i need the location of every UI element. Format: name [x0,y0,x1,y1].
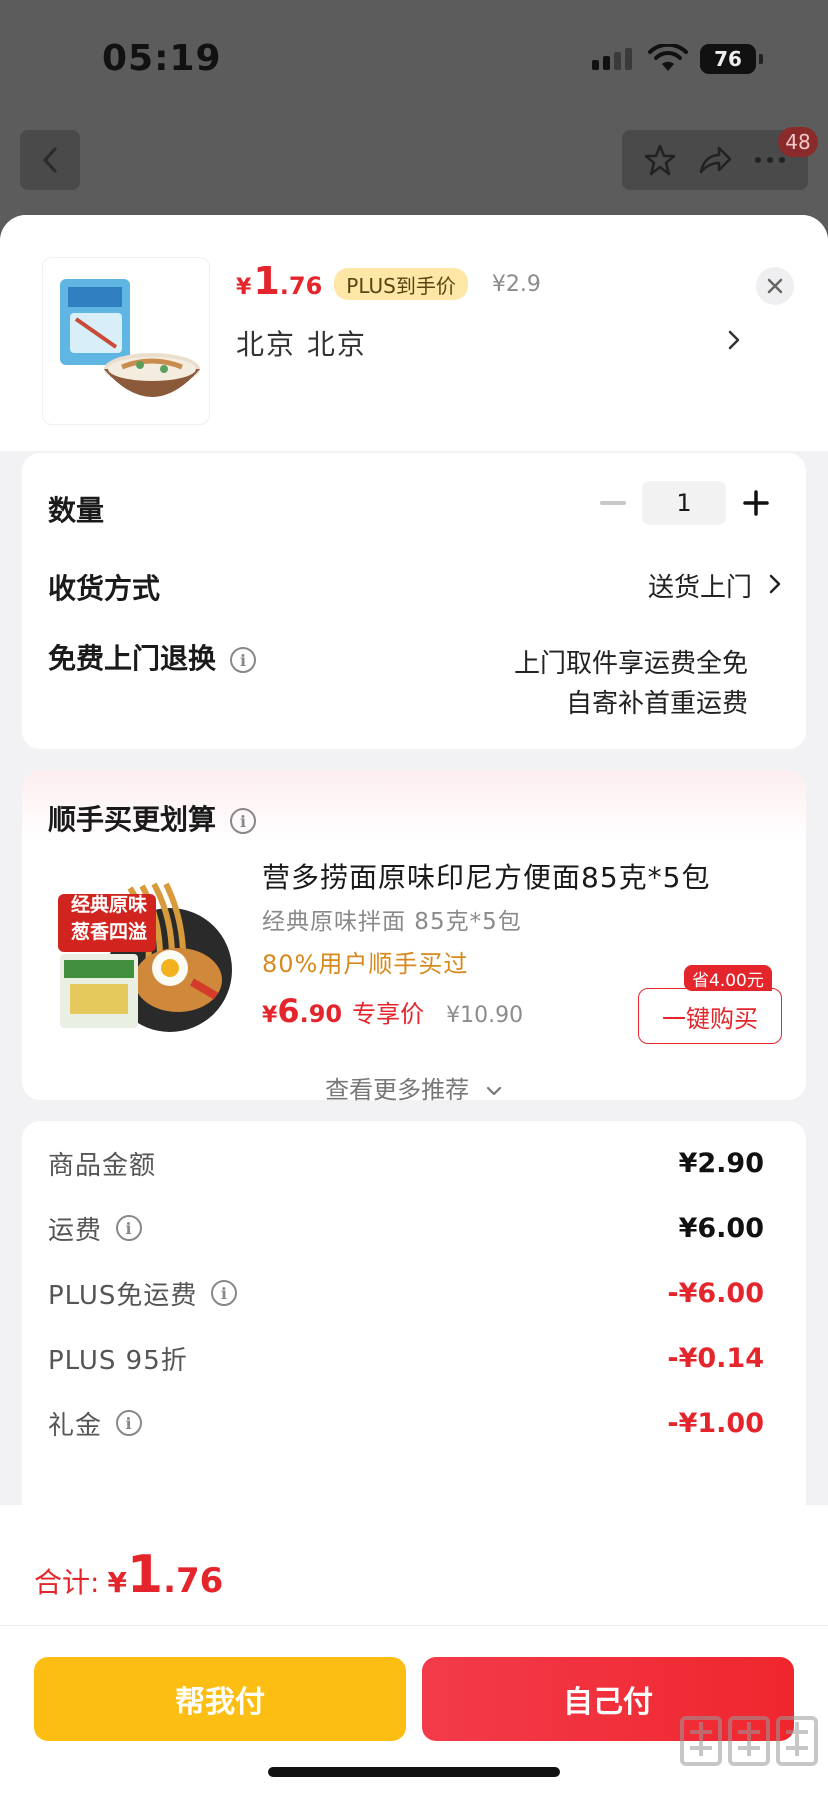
status-time: 05:19 [102,38,222,79]
quantity-increase-button[interactable] [742,489,770,517]
see-more-label: 查看更多推荐 [325,1076,470,1104]
info-icon[interactable]: i [230,647,257,673]
total-price: 合计: ¥ 1 .76 [34,1545,223,1605]
delivery-method-label: 收货方式 [48,572,161,605]
cellular-signal-icon [592,48,632,70]
recommended-price: ¥6.90 [262,992,342,1030]
info-icon[interactable]: i [116,1215,143,1241]
favorite-star-icon[interactable] [640,140,680,180]
message-count-badge: 48 [778,127,818,157]
free-return-detail-2: 自寄补首重运费 [565,689,748,719]
summary-label: 商品金额 [48,1150,157,1181]
sheet-header: ¥1.76 PLUS到手价 ¥2.9 北京 北京 [0,215,828,451]
product-price-row: ¥1.76 PLUS到手价 ¥2.9 [236,260,541,305]
summary-value: ¥6.00 [678,1212,764,1244]
price-integer: 6 [277,992,300,1030]
battery-level: 76 [714,47,742,71]
summary-row: PLUS免运费 i -¥6.00 [48,1273,764,1313]
quantity-decrease-button[interactable] [600,501,626,505]
chevron-down-icon [486,1086,501,1096]
summary-label: 运费 [48,1215,103,1246]
purchase-sheet: ¥1.76 PLUS到手价 ¥2.9 北京 北京 数量 1 收货方式 送货上门 … [0,215,828,1796]
price-currency: ¥ [236,274,252,300]
quantity-label: 数量 [48,494,105,527]
status-bar: 05:19 76 [0,0,828,120]
summary-label: 礼金 [48,1410,103,1441]
help-me-pay-button[interactable]: 帮我付 [34,1657,406,1741]
one-click-buy-button[interactable]: 一键购买 [638,988,782,1044]
summary-value: ¥2.90 [678,1147,764,1179]
share-icon[interactable] [695,140,735,180]
total-currency: ¥ [107,1566,127,1599]
free-return-label: 免费上门退换 [48,642,217,675]
wifi-icon [648,42,688,78]
recommended-original-price: ¥10.90 [446,1003,524,1028]
info-icon[interactable]: i [211,1280,238,1306]
recommendation-card: 顺手买更划算 i 经典原味 葱香四溢 营多捞面原味印尼方便面85克*5包 经典原… [22,770,806,1104]
price-decimal: .76 [279,271,323,300]
price-decimal: .90 [299,1000,343,1028]
summary-value: -¥1.00 [667,1407,764,1439]
savings-badge: 省4.00元 [684,965,772,991]
back-button[interactable] [20,130,80,190]
total-integer: 1 [126,1545,164,1605]
delivery-method-value[interactable]: 送货上门 [648,567,752,604]
chevron-right-icon[interactable] [722,325,746,355]
summary-row: PLUS 95折 -¥0.14 [48,1338,764,1378]
summary-value: -¥0.14 [667,1342,764,1374]
original-price: ¥2.9 [491,271,541,297]
summary-row: 商品金额 ¥2.90 [48,1143,764,1183]
chevron-right-icon[interactable] [766,571,784,597]
chevron-left-icon [43,147,57,173]
recommended-product-image[interactable]: 经典原味 葱香四溢 [46,858,234,1044]
recommendation-title: 顺手买更划算 [48,803,217,836]
delivery-address[interactable]: 北京 北京 [236,323,367,363]
home-indicator [268,1767,560,1777]
price-currency: ¥ [262,1003,278,1028]
price-summary-card: 商品金额 ¥2.90 运费 i ¥6.00 PLUS免运费 i -¥6.00 PLU… [22,1121,806,1521]
recommended-product-spec: 经典原味拌面 85克*5包 [262,909,522,935]
info-icon[interactable]: i [116,1410,143,1436]
product-price: ¥1.76 [236,260,322,309]
plus-price-tag: PLUS到手价 [334,268,468,300]
exclusive-price-tag: 专享价 [352,1000,425,1028]
image-caption-line-1: 经典原味 [70,894,147,916]
summary-label-group: PLUS免运费 i [48,1275,238,1312]
summary-label: PLUS 95折 [48,1345,188,1376]
quantity-input[interactable]: 1 [642,481,726,525]
total-decimal: .76 [163,1561,224,1601]
divider [0,1625,828,1626]
battery-indicator: 76 [700,44,763,74]
close-button[interactable] [756,267,794,305]
price-integer: 1 [253,258,280,303]
summary-label: PLUS免运费 [48,1280,198,1311]
info-icon[interactable]: i [230,808,257,834]
free-return-row: 免费上门退换 i [48,637,257,677]
image-caption: 经典原味 葱香四溢 [60,892,158,946]
free-return-detail-1: 上门取件享运费全免 [513,649,748,679]
summary-value: -¥6.00 [667,1277,764,1309]
recommended-product-name[interactable]: 营多捞面原味印尼方便面85克*5包 [262,856,710,896]
recommendation-title-row: 顺手买更划算 i [48,798,257,838]
image-caption-line-2: 葱香四溢 [70,921,147,943]
options-card: 数量 1 收货方式 送货上门 免费上门退换 i 上门取件享运费全免 自寄补首重运费 [22,453,806,749]
recommended-product-price-row: ¥6.90 专享价 ¥10.90 [262,992,523,1030]
see-more-recommendations-link[interactable]: 查看更多推荐 [22,1070,806,1105]
watermark-logo [680,1716,818,1766]
summary-row: 礼金 i -¥1.00 [48,1403,764,1443]
recommended-product-popularity: 80%用户顺手买过 [262,950,469,978]
total-label: 合计: [34,1566,100,1599]
close-icon [767,278,783,294]
summary-row: 运费 i ¥6.00 [48,1208,764,1248]
summary-label-group: 礼金 i [48,1405,143,1442]
product-thumbnail[interactable] [42,257,210,425]
summary-label-group: 运费 i [48,1210,143,1247]
